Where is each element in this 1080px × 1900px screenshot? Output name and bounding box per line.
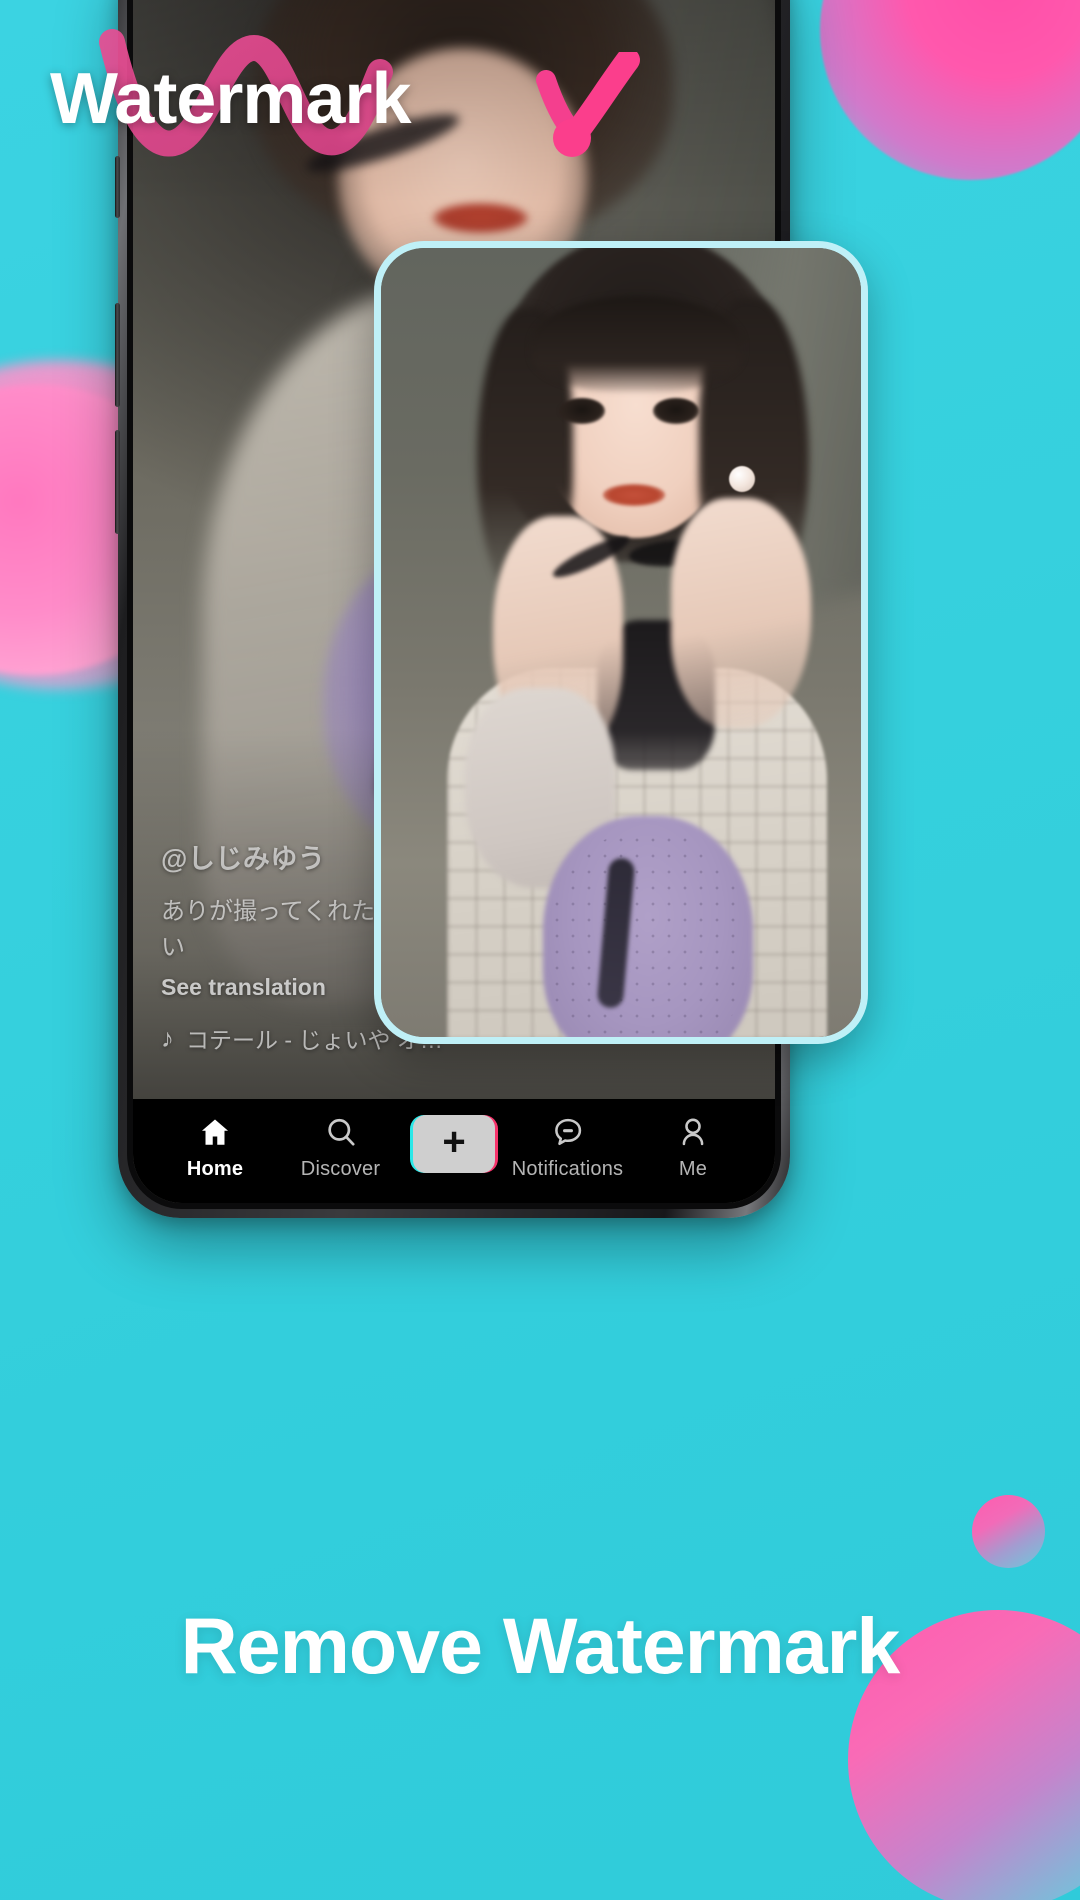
home-icon (198, 1113, 232, 1151)
person-icon (676, 1113, 710, 1151)
volume-up-button[interactable] (115, 303, 120, 407)
nav-item-notifications[interactable]: Notifications (512, 1113, 624, 1181)
music-note-icon: ♪ (161, 1023, 174, 1053)
watermark-title-text: Watermark (50, 59, 411, 139)
nav-label-discover: Discover (300, 1158, 381, 1180)
nav-label-home: Home (186, 1158, 244, 1180)
nav-item-discover[interactable]: Discover (285, 1113, 397, 1181)
create-video-button[interactable]: + (410, 1115, 498, 1173)
clean-video-preview-content (381, 248, 861, 1037)
nav-label-notifications: Notifications (511, 1158, 624, 1180)
preview-arm-right (671, 498, 811, 728)
search-icon (324, 1113, 358, 1151)
plus-icon: + (442, 1120, 466, 1164)
preview-lips (603, 484, 665, 506)
preview-eye-right (653, 398, 699, 424)
clean-video-preview-card[interactable] (374, 241, 868, 1044)
volume-down-button[interactable] (115, 430, 120, 534)
preview-bangs (531, 296, 743, 392)
nav-item-me[interactable]: Me (637, 1113, 749, 1181)
gradient-sphere-small-decoration (972, 1495, 1045, 1568)
nav-item-home[interactable]: Home (159, 1113, 271, 1181)
page-headline: Remove Watermark (180, 1601, 901, 1690)
preview-bag-texture (549, 832, 745, 1037)
preview-earring (729, 466, 755, 492)
message-bubble-icon (551, 1113, 585, 1151)
nav-label-me: Me (678, 1158, 708, 1180)
create-button-body: + (413, 1115, 495, 1173)
mute-switch-button[interactable] (115, 156, 120, 218)
pink-checkmark-decoration (536, 52, 640, 157)
preview-eye-left (559, 398, 605, 424)
bottom-navigation-bar: Home Discover + Notifications Me (133, 1099, 775, 1203)
